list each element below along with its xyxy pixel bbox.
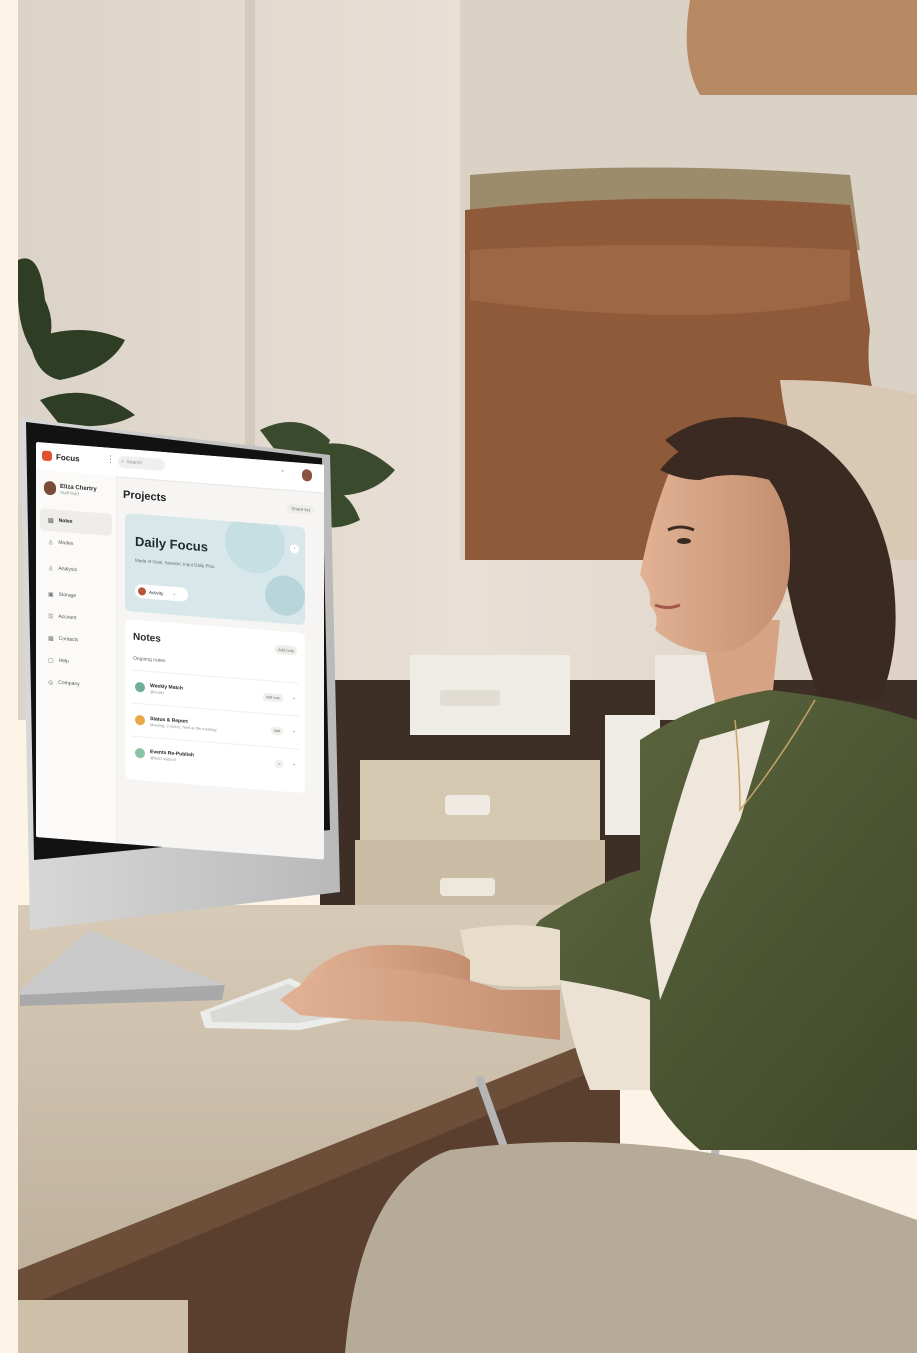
main-content: Projects Share list Daily Focus Made of … [116, 476, 324, 859]
hero-card: Daily Focus Made of Goal, Session, Input… [125, 513, 305, 626]
user-icon: ♙ [48, 539, 54, 546]
logo-label: Focus [56, 452, 80, 463]
more-icon[interactable]: • [293, 762, 295, 768]
search-placeholder: Search [126, 459, 143, 467]
sidebar-item-label: Modes [58, 539, 74, 547]
note-badge[interactable]: Add note [262, 692, 283, 703]
sidebar-item-label: Account [58, 613, 77, 622]
note-text: Weekly Match @ready [150, 682, 183, 696]
chevron-down-icon: ⌄ [172, 590, 177, 598]
page-title: Projects [123, 488, 167, 505]
selector-avatar [138, 587, 146, 596]
logo-icon [42, 450, 52, 462]
user-card[interactable]: Eliza Chertry Staff lead [44, 480, 97, 499]
sidebar: Eliza Chertry Staff lead ▤ Notes ♙ Modes ♙ An… [36, 470, 117, 844]
notes-title: Notes [133, 631, 161, 645]
note-text: Events Re-Publish @lead support [150, 748, 194, 762]
note-icon [135, 714, 145, 726]
more-icon[interactable]: • [293, 729, 295, 735]
hero-close-icon[interactable]: ‹ [290, 543, 299, 554]
notes-card: Notes Add note Ongoing notes Weekly Matc… [125, 619, 305, 794]
note-icon [135, 681, 145, 693]
sidebar-item-label: Contacts [58, 635, 79, 644]
left-margin [0, 0, 18, 1353]
selector-label: Activity [149, 589, 164, 596]
sidebar-item-label: Company [58, 679, 80, 688]
archive-icon: ▣ [48, 591, 54, 598]
globe-icon: ◎ [48, 679, 54, 686]
note-badge[interactable]: + [274, 759, 283, 769]
sidebar-item-label: Notes [58, 517, 73, 525]
person-icon: ♙ [48, 565, 54, 572]
notes-subtitle: Ongoing notes [133, 655, 166, 665]
calendar-icon: ▦ [48, 635, 54, 642]
sidebar-item-label: Storage [58, 591, 77, 600]
search-icon: ⌕ [121, 458, 125, 465]
hero-decoration-2 [265, 574, 305, 618]
hero-subtitle: Made of Goal, Session, Input Daily Plus. [135, 557, 216, 570]
sidebar-item-label: Help [58, 657, 69, 665]
activity-selector[interactable]: Activity ⌄ [135, 583, 188, 602]
list-icon: ☰ [48, 613, 54, 620]
note-text: Status & Report Meeting, 3 topics, held a… [150, 715, 216, 731]
app-logo[interactable]: Focus [42, 450, 80, 463]
note-icon [135, 747, 145, 759]
add-note-button[interactable]: Add note [274, 644, 297, 656]
more-icon[interactable]: ⋮ [106, 454, 115, 466]
hero-title: Daily Focus [135, 533, 208, 555]
more-icon[interactable]: • [293, 696, 295, 702]
note-icon: ▤ [48, 517, 54, 524]
user-avatar [44, 480, 56, 496]
help-icon: ▢ [48, 657, 54, 664]
floor [18, 1300, 188, 1353]
hero-decoration [225, 513, 285, 576]
bell-icon[interactable]: ◔ [280, 468, 284, 475]
sidebar-item-label: Analysis [58, 565, 78, 574]
app-window: Focus ⋮ ⌕ Search ◔ Eliza Chertry Staff l… [36, 442, 324, 860]
avatar[interactable] [302, 468, 312, 482]
search-box[interactable]: ⌕ Search [118, 455, 165, 472]
note-badge[interactable]: Add [270, 726, 283, 736]
share-button[interactable]: Share list [287, 503, 314, 515]
